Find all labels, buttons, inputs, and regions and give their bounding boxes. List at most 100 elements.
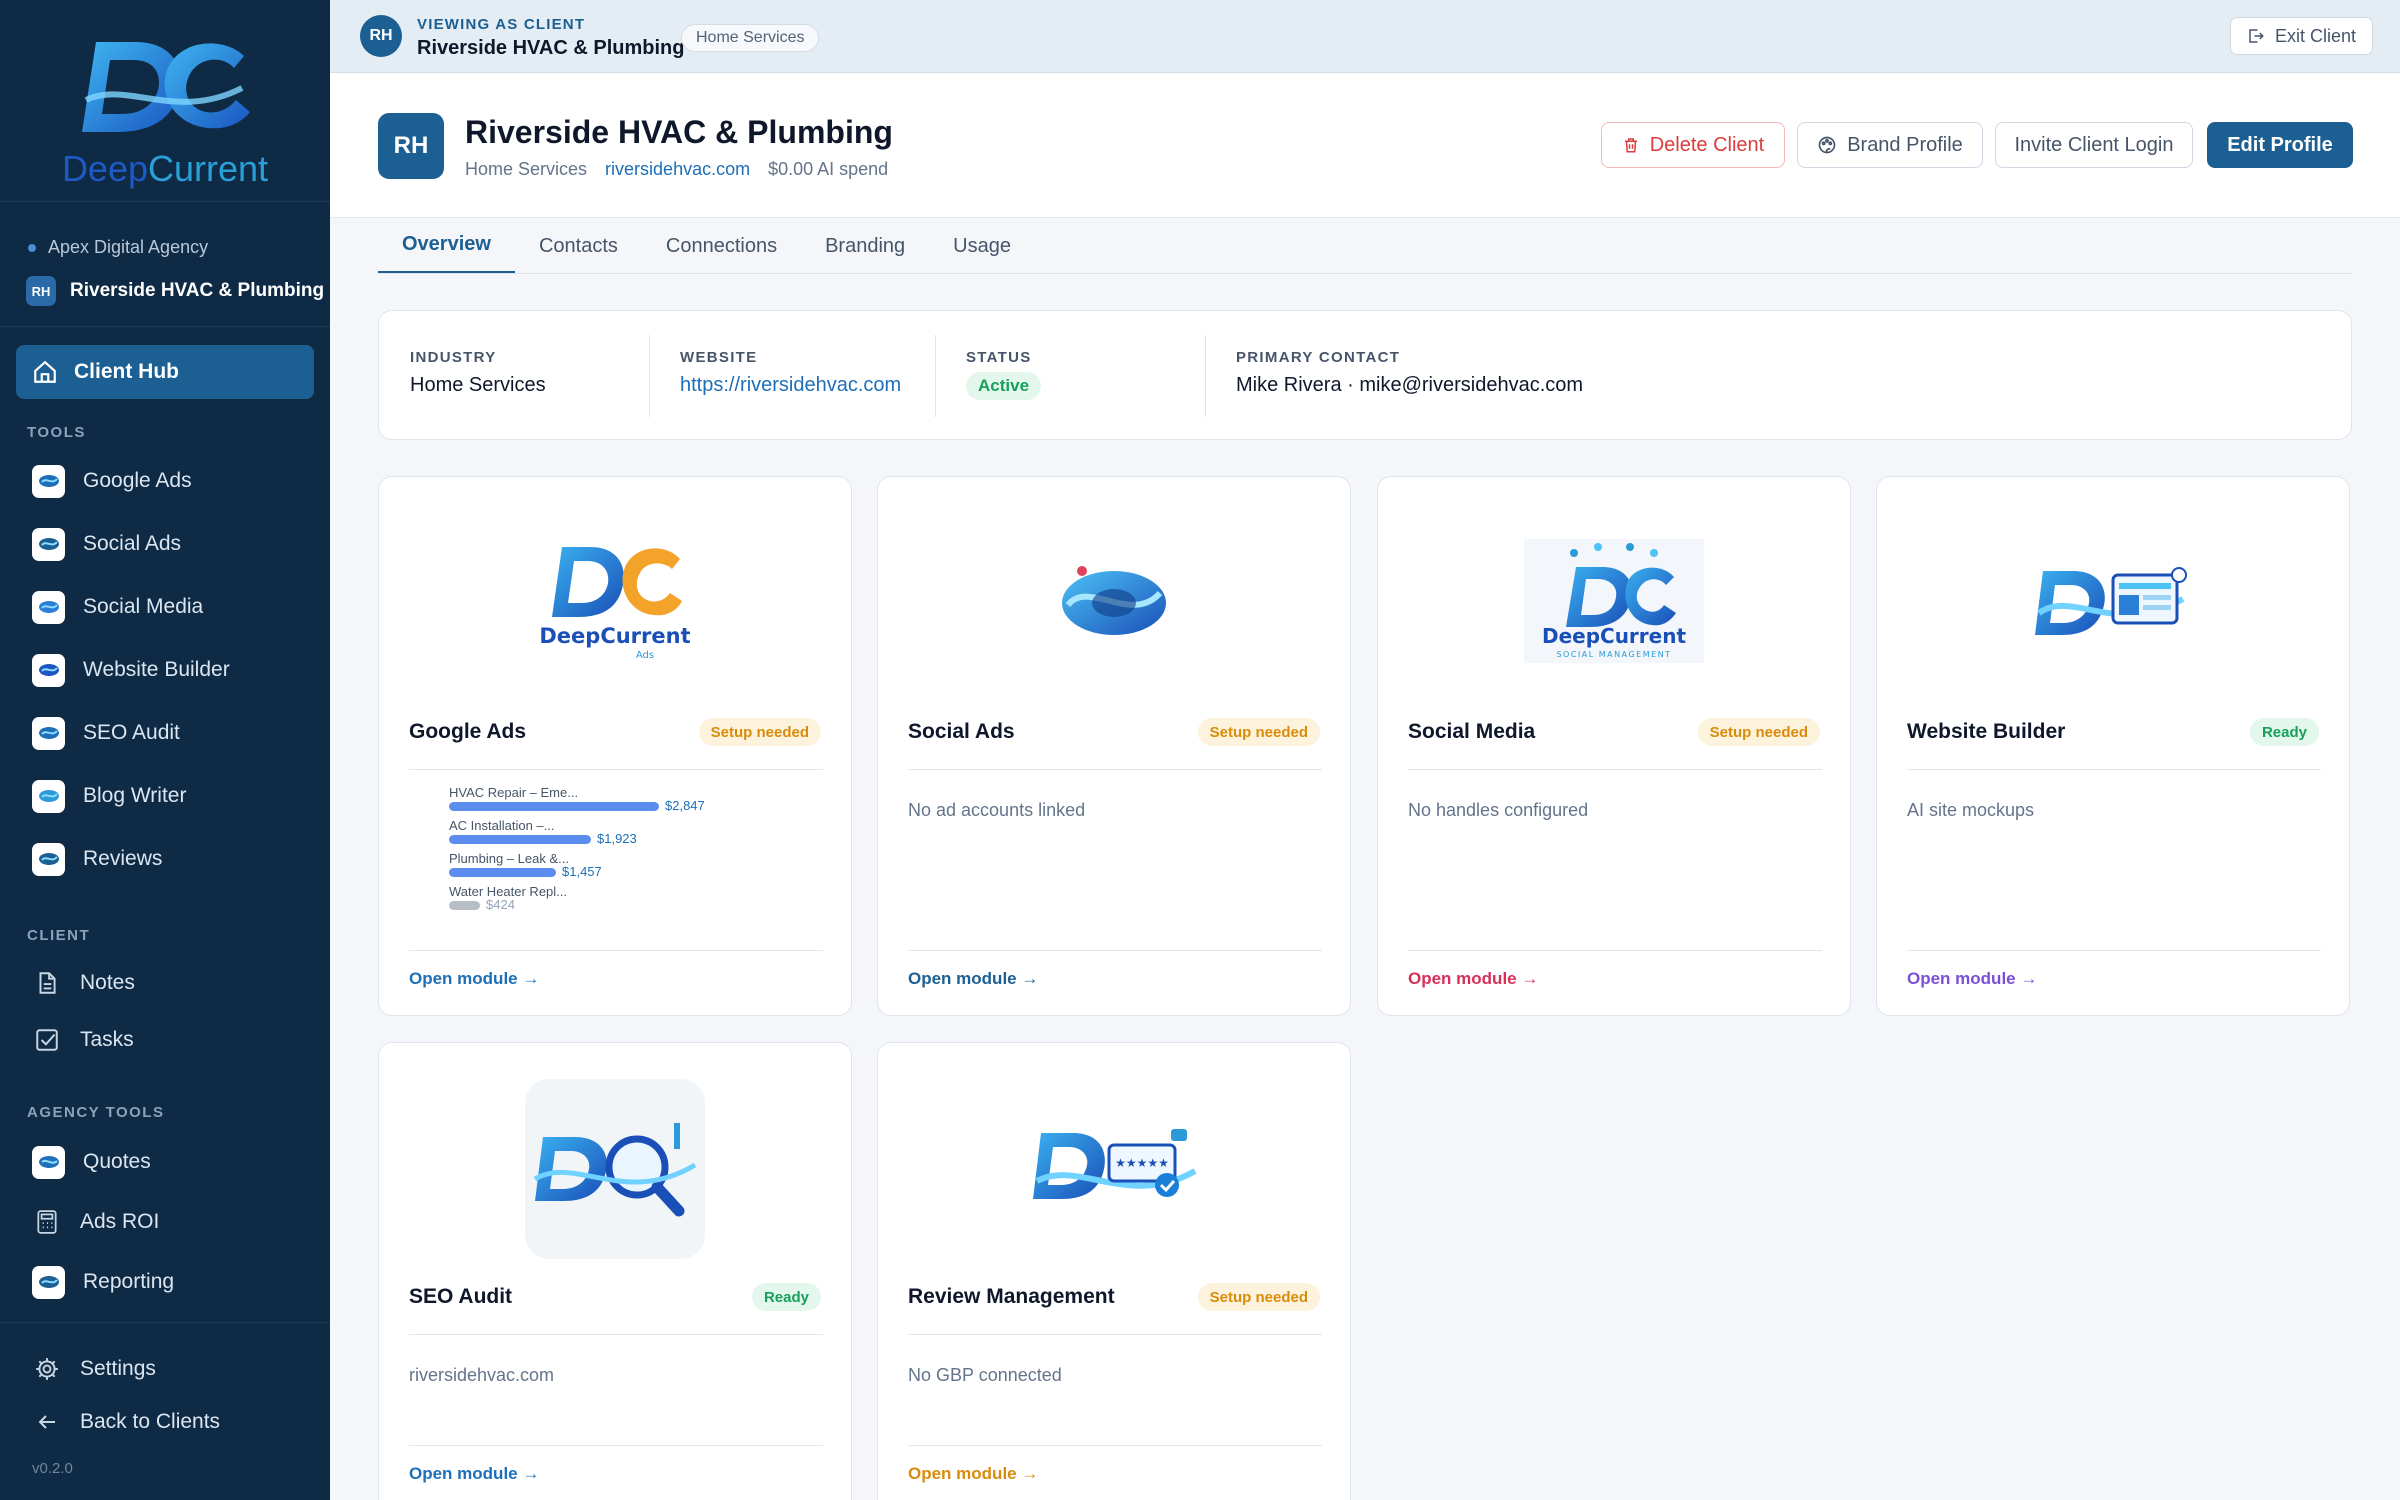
sidebar-item-social-ads[interactable]: Social Ads [32, 524, 181, 564]
module-card-seo-audit[interactable]: SEO Audit Ready riversidehvac.com Open m… [378, 1042, 852, 1500]
back-to-clients-label: Back to Clients [80, 1410, 221, 1433]
campaign-row: AC Installation –... $1,923 [449, 818, 789, 851]
brand-logo[interactable]: DeepCurrent [0, 0, 330, 202]
module-card-website-builder[interactable]: Website Builder Ready AI site mockups Op… [1876, 476, 2350, 1016]
info-divider [935, 335, 936, 417]
deepcurrent-logo-icon [82, 42, 250, 132]
sidebar-item-quotes[interactable]: Quotes [32, 1142, 151, 1182]
open-module-link[interactable]: Open module → [1408, 969, 1538, 989]
sidebar-item-label: Notes [80, 971, 135, 994]
module-card-social-ads[interactable]: Social Ads Setup needed No ad accounts l… [877, 476, 1351, 1016]
document-icon [32, 968, 62, 998]
client-meta: Home Services riversidehvac.com $0.00 AI… [465, 159, 888, 180]
svg-text:SOCIAL MANAGEMENT: SOCIAL MANAGEMENT [1556, 650, 1671, 659]
client-section-label: CLIENT [27, 927, 91, 944]
client-name-label: Riverside HVAC & Plumbing [70, 280, 325, 301]
exit-client-label: Exit Client [2274, 25, 2356, 46]
page-title: Riverside HVAC & Plumbing [465, 114, 893, 150]
card-divider [908, 1334, 1322, 1335]
status-badge: Ready [2249, 718, 2319, 746]
brand-profile-button[interactable]: Brand Profile [1797, 122, 1983, 168]
agency-label: Apex Digital Agency [48, 237, 209, 257]
module-card-review-management[interactable]: ★★★★★ Review Management Setup needed No … [877, 1042, 1351, 1500]
tab-overview[interactable]: Overview [378, 218, 515, 274]
sidebar-item-label: Reporting [83, 1270, 175, 1293]
sidebar-item-label: Tasks [80, 1028, 134, 1051]
module-card-google-ads[interactable]: DeepCurrent Ads Google Ads Setup needed … [378, 476, 852, 1016]
sidebar-item-tasks[interactable]: Tasks [32, 1020, 134, 1060]
status-label: STATUS [966, 349, 1032, 366]
google-ads-app-icon [32, 464, 65, 498]
sidebar-item-label: Reviews [83, 847, 163, 870]
tab-divider [378, 273, 2352, 274]
status-badge: Setup needed [1197, 1283, 1320, 1311]
ai-spend: $0.00 AI spend [768, 159, 889, 179]
open-module-link[interactable]: Open module → [409, 1464, 539, 1484]
sidebar-item-google-ads[interactable]: Google Ads [32, 461, 192, 501]
google-ads-logo: DeepCurrent Ads [379, 537, 851, 667]
campaign-spend: $1,457 [562, 864, 602, 879]
tab-usage[interactable]: Usage [929, 218, 1035, 274]
card-divider [908, 950, 1322, 951]
exit-client-button[interactable]: Exit Client [2229, 17, 2373, 55]
svg-text:Ads: Ads [636, 650, 654, 661]
tab-branding[interactable]: Branding [801, 218, 929, 274]
tab-contacts[interactable]: Contacts [515, 218, 642, 274]
svg-text:★★★★★: ★★★★★ [1115, 1156, 1169, 1170]
module-card-social-media[interactable]: DeepCurrent SOCIAL MANAGEMENT Social Med… [1377, 476, 1851, 1016]
status-badge: Setup needed [1197, 718, 1320, 746]
delete-client-button[interactable]: Delete Client [1601, 122, 1785, 168]
sidebar-item-notes[interactable]: Notes [32, 963, 135, 1003]
primary-contact-label: PRIMARY CONTACT [1236, 349, 1401, 366]
campaign-label: AC Installation –... [449, 818, 555, 833]
banner-client-name: Riverside HVAC & Plumbing [417, 37, 685, 59]
current-client[interactable]: RH Riverside HVAC & Plumbing [26, 276, 324, 306]
back-to-clients-link[interactable]: Back to Clients [32, 1402, 220, 1442]
module-description: riversidehvac.com [409, 1365, 555, 1385]
info-divider [1205, 335, 1206, 417]
calculator-icon [32, 1207, 62, 1237]
open-module-link[interactable]: Open module → [409, 969, 539, 989]
status-badge: Setup needed [1697, 718, 1820, 746]
svg-text:DeepCurrent: DeepCurrent [540, 624, 690, 648]
module-description: No ad accounts linked [908, 800, 1086, 820]
viewing-as-client-banner: RH VIEWING AS CLIENT Riverside HVAC & Pl… [330, 0, 2400, 73]
card-divider [409, 1334, 823, 1335]
sidebar-item-reviews[interactable]: Reviews [32, 839, 162, 879]
open-module-link[interactable]: Open module → [908, 1464, 1038, 1484]
sidebar-item-label: Ads ROI [80, 1210, 160, 1233]
sidebar-item-ads-roi[interactable]: Ads ROI [32, 1202, 159, 1242]
tab-bar: Overview Contacts Connections Branding U… [378, 218, 1035, 274]
campaign-bar [449, 868, 556, 877]
sidebar-item-label: SEO Audit [83, 721, 180, 744]
edit-profile-button[interactable]: Edit Profile [2207, 122, 2353, 168]
sidebar-item-social-media[interactable]: Social Media [32, 587, 203, 627]
open-module-link[interactable]: Open module → [1907, 969, 2037, 989]
quotes-app-icon [32, 1145, 65, 1179]
sidebar-item-settings[interactable]: Settings [32, 1349, 156, 1389]
website-link[interactable]: https://riversidehvac.com [680, 374, 901, 397]
open-module-link[interactable]: Open module → [908, 969, 1038, 989]
tab-connections[interactable]: Connections [642, 218, 801, 274]
sidebar-item-label: Quotes [83, 1150, 151, 1173]
sidebar-divider [0, 1322, 330, 1323]
sidebar-item-seo-audit[interactable]: SEO Audit [32, 713, 180, 753]
campaign-row: Water Heater Repl... $424 [449, 884, 789, 917]
client-avatar: RH [360, 15, 402, 57]
sidebar-item-blog-writer[interactable]: Blog Writer [32, 776, 186, 816]
review-management-logo-icon: ★★★★★ [1033, 1129, 1197, 1199]
social-ads-app-icon [32, 527, 65, 561]
sidebar-item-label: Client Hub [74, 360, 179, 383]
card-divider [409, 950, 823, 951]
agency-name[interactable]: Apex Digital Agency [28, 237, 208, 258]
social-media-app-icon [32, 590, 65, 624]
sidebar-item-label: Website Builder [83, 658, 230, 681]
website-builder-logo [1877, 553, 2349, 653]
invite-client-login-button[interactable]: Invite Client Login [1995, 122, 2193, 168]
sidebar-item-client-hub[interactable]: Client Hub [16, 345, 314, 399]
sidebar-item-reporting[interactable]: Reporting [32, 1262, 174, 1302]
client-domain-link[interactable]: riversidehvac.com [605, 159, 750, 180]
primary-contact-value: Mike Rivera · mike@riversidehvac.com [1236, 374, 1584, 396]
module-description: No handles configured [1408, 800, 1589, 820]
sidebar-item-website-builder[interactable]: Website Builder [32, 650, 230, 690]
